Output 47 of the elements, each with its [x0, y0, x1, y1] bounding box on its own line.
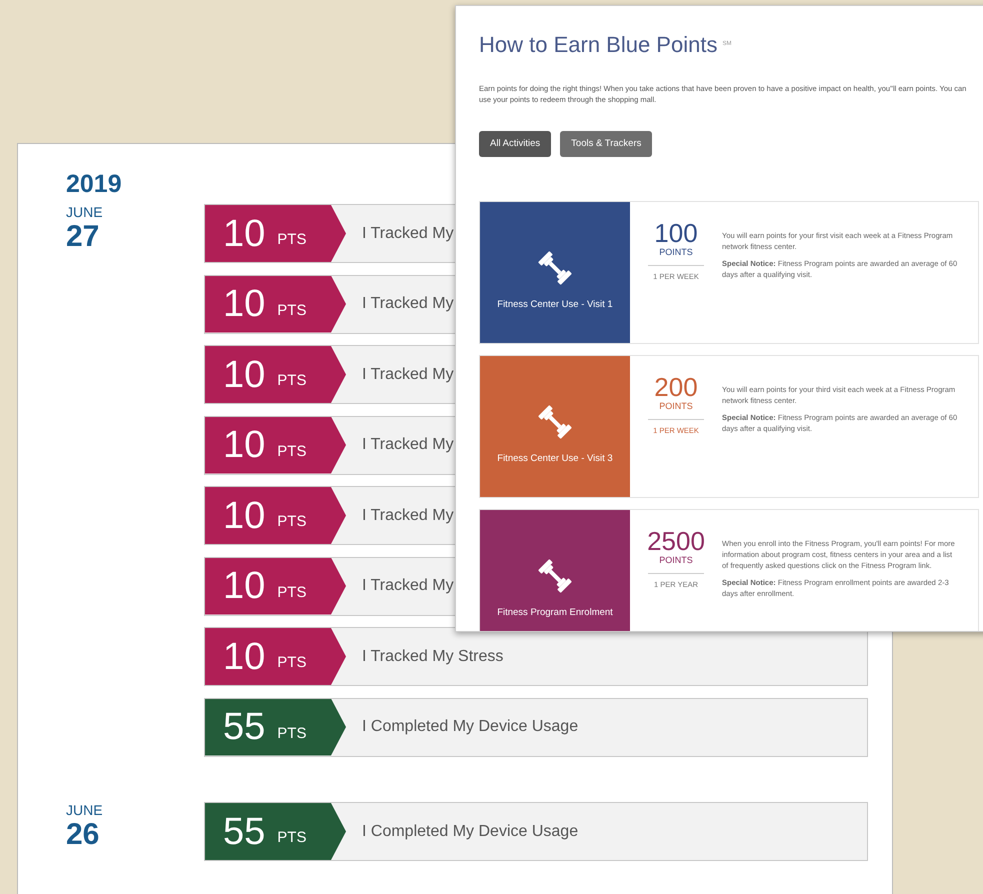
- date-month: JUNE: [66, 204, 104, 222]
- activity-tile[interactable]: Fitness Program Enrolment: [480, 510, 630, 631]
- activity-name: I Tracked My: [362, 224, 454, 244]
- activity-name: I Completed My Device Usage: [362, 717, 578, 737]
- points-unit: PTS: [277, 724, 306, 744]
- points-unit: PTS: [277, 828, 306, 848]
- points-unit: PTS: [277, 582, 306, 603]
- activity-title: Fitness Center Use - Visit 3: [497, 452, 613, 466]
- activity-tile[interactable]: Fitness Center Use - Visit 1: [480, 202, 630, 343]
- date-day: 27: [66, 222, 204, 252]
- points-amount: 100: [654, 220, 698, 246]
- activity-name: I Tracked My: [362, 506, 454, 526]
- year-heading: 2019: [66, 172, 123, 197]
- date-day: 26: [66, 820, 204, 850]
- points-unit: PTS: [277, 653, 306, 674]
- points-unit: PTS: [277, 371, 306, 392]
- activity-name: I Completed My Device Usage: [362, 822, 578, 842]
- filter-tab[interactable]: All Activities: [479, 131, 552, 157]
- points-unit: PTS: [277, 512, 306, 532]
- points-label: POINTS: [659, 246, 693, 259]
- activity-name: I Tracked My Stress: [362, 646, 504, 666]
- page-title: How to Earn Blue Points: [479, 31, 718, 59]
- date-month: JUNE: [66, 802, 104, 820]
- points-value: 10: [223, 638, 266, 676]
- activity-tile[interactable]: Fitness Center Use - Visit 3: [480, 356, 630, 497]
- activity-name: I Tracked My: [362, 576, 454, 596]
- points-value: 10: [223, 567, 266, 605]
- points-unit: PTS: [277, 442, 306, 462]
- points-value: 10: [223, 214, 266, 252]
- points-value: 55: [223, 708, 266, 746]
- points-amount: 200: [654, 374, 698, 400]
- points-amount: 2500: [647, 528, 705, 554]
- activity-title: Fitness Program Enrolment: [497, 606, 613, 620]
- points-value: 10: [223, 426, 266, 464]
- points-value: 10: [223, 356, 266, 394]
- activity-title: Fitness Center Use - Visit 1: [497, 298, 613, 312]
- points-value: 10: [223, 496, 266, 534]
- activity-name: I Tracked My: [362, 435, 454, 455]
- filter-tab[interactable]: Tools & Trackers: [560, 131, 652, 157]
- points-unit: PTS: [277, 230, 306, 250]
- points-label: POINTS: [659, 554, 693, 567]
- activity-name: I Tracked My: [362, 364, 454, 384]
- points-label: POINTS: [659, 400, 693, 413]
- activity-name: I Tracked My: [362, 294, 454, 314]
- points-unit: PTS: [277, 300, 306, 321]
- points-value: 10: [223, 285, 266, 323]
- points-value: 55: [223, 812, 266, 850]
